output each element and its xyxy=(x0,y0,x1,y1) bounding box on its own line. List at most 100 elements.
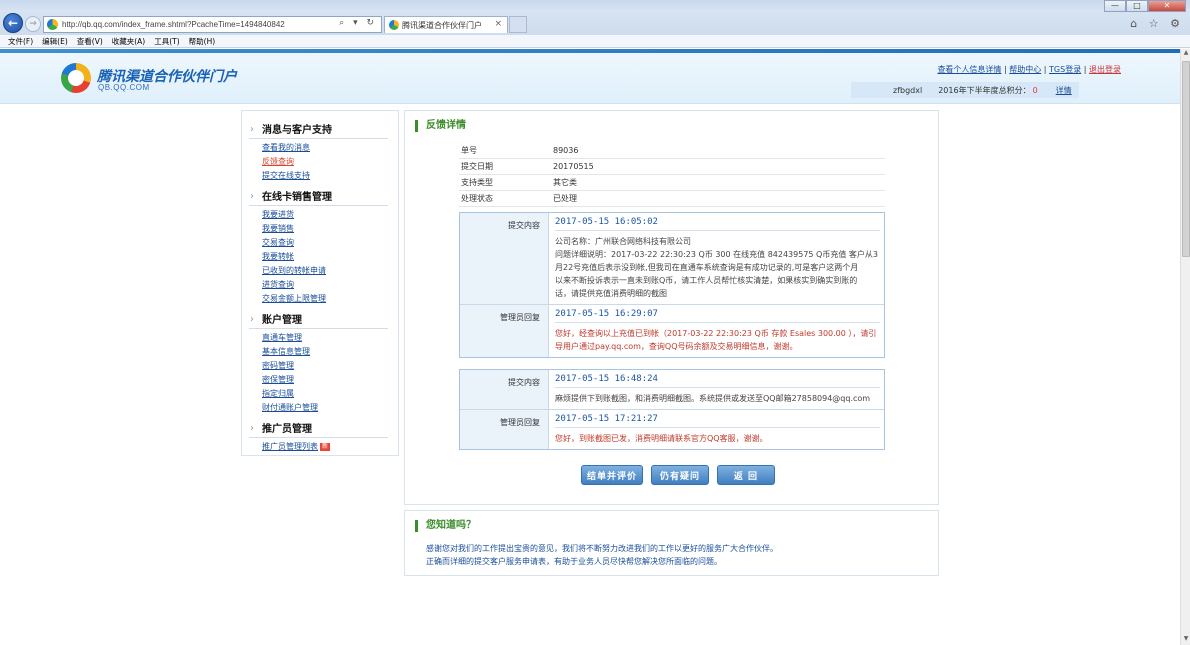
scroll-up-icon[interactable]: ▲ xyxy=(1181,49,1190,59)
info-table: 单号 89036 提交日期 20170515 支持类型 其它类 处理状态 已处理 xyxy=(459,143,885,207)
sidebar-heading: 消息与客户支持 xyxy=(249,122,388,139)
new-badge: 新 xyxy=(320,443,331,451)
sidebar-item-feedback-query[interactable]: 反馈查询 xyxy=(262,155,398,169)
sidebar-item-security[interactable]: 密保管理 xyxy=(262,373,398,387)
sidebar-group-card-sales: 在线卡销售管理 我要进货 我要销售 交易查询 我要转帐 已收到的转帐申请 进货查… xyxy=(242,189,398,306)
message-thread: 提交内容 2017-05-15 16:48:24 麻烦提供下到账截图，和消费明细… xyxy=(459,369,885,450)
message-time: 2017-05-15 17:21:27 xyxy=(555,414,880,428)
forward-button[interactable]: → xyxy=(25,16,41,32)
site-subtitle: QB.QQ.COM xyxy=(98,83,150,92)
browser-titlebar xyxy=(0,0,1190,12)
message-text: 公司名称：广州联合网络科技有限公司 问题详细说明：2017-03-22 22:3… xyxy=(555,237,878,298)
sidebar-group-messages: 消息与客户支持 查看我的消息 反馈查询 提交在线支持 xyxy=(242,122,398,183)
menu-file[interactable]: 文件(F) xyxy=(8,36,33,47)
message-item: 管理员回复 2017-05-15 17:21:27 您好，到账截图已发，消费明细… xyxy=(460,410,884,449)
message-item: 管理员回复 2017-05-15 16:29:07 您好，经查询以上充值已到帐（… xyxy=(460,305,884,357)
logout-link[interactable]: 退出登录 xyxy=(1089,65,1121,74)
sidebar-item-received-transfers[interactable]: 已收到的转帐申请 xyxy=(262,264,398,278)
info-row: 支持类型 其它类 xyxy=(459,175,885,191)
message-time: 2017-05-15 16:29:07 xyxy=(555,309,880,323)
top-links: 查看个人信息详情 | 帮助中心 | TGS登录 | 退出登录 xyxy=(937,65,1121,74)
tips-panel: 您知道吗？ 感谢您对我们的工作提出宝贵的意见，我们将不断努力改进我们的工作以更好… xyxy=(404,510,939,576)
vertical-scrollbar[interactable]: ▲ ▼ xyxy=(1180,49,1190,645)
username: zfbgdxl xyxy=(893,85,923,95)
sidebar-item-transfer[interactable]: 我要转帐 xyxy=(262,250,398,264)
scroll-down-icon[interactable]: ▼ xyxy=(1181,635,1190,645)
sidebar: 消息与客户支持 查看我的消息 反馈查询 提交在线支持 在线卡销售管理 我要进货 … xyxy=(241,110,399,456)
scroll-thumb[interactable] xyxy=(1182,61,1190,257)
tips-line: 正确而详细的提交客户服务申请表，有助于业务人员尽快帮您解决您所面临的问题。 xyxy=(426,557,722,566)
info-row: 提交日期 20170515 xyxy=(459,159,885,175)
tencent-logo-icon xyxy=(61,63,91,93)
message-label: 提交内容 xyxy=(460,370,549,409)
window-controls: — □ ✕ xyxy=(1104,0,1186,12)
sidebar-item-promoter-list[interactable]: 推广员管理列表新 xyxy=(262,440,398,454)
still-have-doubt-button[interactable]: 仍有疑问 xyxy=(651,465,709,485)
tgs-login-link[interactable]: TGS登录 xyxy=(1049,65,1081,74)
sidebar-item-trade-limit[interactable]: 交易金额上限管理 xyxy=(262,292,398,306)
close-and-rate-button[interactable]: 结单并评价 xyxy=(581,465,643,485)
feedback-detail-panel: 反馈详情 单号 89036 提交日期 20170515 支持类型 其它类 处理状态 已处… xyxy=(404,110,939,505)
menu-favorites[interactable]: 收藏夹(A) xyxy=(112,36,145,47)
details-link[interactable]: 详情 xyxy=(1056,85,1072,96)
menu-tools[interactable]: 工具(T) xyxy=(154,36,179,47)
sidebar-item-online-support[interactable]: 提交在线支持 xyxy=(262,169,398,183)
message-time: 2017-05-15 16:48:24 xyxy=(555,374,880,388)
sidebar-item-trade-query[interactable]: 交易查询 xyxy=(262,236,398,250)
menu-bar: 文件(F) 编辑(E) 查看(V) 收藏夹(A) 工具(T) 帮助(H) xyxy=(0,35,1190,48)
back-button[interactable]: ← xyxy=(3,13,23,33)
message-label: 管理员回复 xyxy=(460,410,549,449)
tips-line: 感谢您对我们的工作提出宝贵的意见，我们将不断努力改进我们的工作以更好的服务广大合… xyxy=(426,544,778,553)
tips-title: 您知道吗？ xyxy=(415,520,476,532)
maximize-button[interactable]: □ xyxy=(1126,0,1148,12)
message-time: 2017-05-15 16:05:02 xyxy=(555,217,880,231)
sidebar-item-attribution[interactable]: 指定归属 xyxy=(262,387,398,401)
sidebar-heading: 账户管理 xyxy=(249,312,388,329)
address-bar-icons[interactable]: ⌕ ▾ ↻ xyxy=(339,18,377,28)
user-bar: zfbgdxl 2016年下半年度总积分： 0 详情 xyxy=(851,82,1079,98)
sidebar-group-account: 账户管理 直通车管理 基本信息管理 密码管理 密保管理 指定归属 财付通账户管理 xyxy=(242,312,398,415)
points-label: 2016年下半年度总积分： xyxy=(938,85,1031,95)
section-title: 反馈详情 xyxy=(415,120,466,132)
sidebar-item-my-messages[interactable]: 查看我的消息 xyxy=(262,141,398,155)
message-thread: 提交内容 2017-05-15 16:05:02 公司名称：广州联合网络科技有限… xyxy=(459,212,885,358)
tab-close-icon[interactable]: × xyxy=(494,19,502,29)
close-window-button[interactable]: ✕ xyxy=(1148,0,1186,12)
site-favicon-icon xyxy=(47,19,58,30)
action-buttons: 结单并评价 仍有疑问 返 回 xyxy=(581,465,783,485)
browser-tab[interactable]: 腾讯渠道合作伙伴门户 × xyxy=(384,16,508,33)
message-text: 麻烦提供下到账截图，和消费明细截图。系统提供或发送至QQ邮箱27858094@q… xyxy=(555,394,871,403)
tab-title: 腾讯渠道合作伙伴门户 xyxy=(402,20,482,30)
help-center-link[interactable]: 帮助中心 xyxy=(1009,65,1041,74)
menu-help[interactable]: 帮助(H) xyxy=(189,36,216,47)
sidebar-item-basic-info[interactable]: 基本信息管理 xyxy=(262,345,398,359)
profile-link[interactable]: 查看个人信息详情 xyxy=(937,65,1001,74)
info-row: 处理状态 已处理 xyxy=(459,191,885,207)
sidebar-heading: 推广员管理 xyxy=(249,421,388,438)
minimize-button[interactable]: — xyxy=(1104,0,1126,12)
message-text: 您好，经查询以上充值已到帐（2017-03-22 22:30:23 Q币 存款 … xyxy=(555,329,877,351)
sidebar-group-promoters: 推广员管理 推广员管理列表新 xyxy=(242,421,398,454)
sidebar-item-tenpay[interactable]: 财付通账户管理 xyxy=(262,401,398,415)
header-strip xyxy=(0,49,1180,53)
url-text[interactable]: http://qb.qq.com/index_frame.shtml?Pcach… xyxy=(62,20,285,29)
menu-edit[interactable]: 编辑(E) xyxy=(42,36,68,47)
sidebar-item-ztc[interactable]: 直通车管理 xyxy=(262,331,398,345)
back-button[interactable]: 返 回 xyxy=(717,465,775,485)
message-text: 您好，到账截图已发，消费明细请联系官方QQ客服，谢谢。 xyxy=(555,434,768,443)
sidebar-item-purchase-query[interactable]: 进货查询 xyxy=(262,278,398,292)
points-value: 0 xyxy=(1032,85,1038,95)
message-item: 提交内容 2017-05-15 16:05:02 公司名称：广州联合网络科技有限… xyxy=(460,213,884,305)
sidebar-heading: 在线卡销售管理 xyxy=(249,189,388,206)
message-label: 管理员回复 xyxy=(460,305,549,357)
message-item: 提交内容 2017-05-15 16:48:24 麻烦提供下到账截图，和消费明细… xyxy=(460,370,884,410)
new-tab-button[interactable] xyxy=(509,16,527,33)
message-label: 提交内容 xyxy=(460,213,549,304)
tab-favicon-icon xyxy=(389,20,399,30)
menu-view[interactable]: 查看(V) xyxy=(77,36,103,47)
sidebar-item-password[interactable]: 密码管理 xyxy=(262,359,398,373)
sidebar-item-purchase[interactable]: 我要进货 xyxy=(262,208,398,222)
sidebar-item-sell[interactable]: 我要销售 xyxy=(262,222,398,236)
address-bar[interactable]: http://qb.qq.com/index_frame.shtml?Pcach… xyxy=(43,16,382,33)
browser-toolbar-icons[interactable]: ⌂ ☆ ⚙ xyxy=(1130,17,1184,30)
